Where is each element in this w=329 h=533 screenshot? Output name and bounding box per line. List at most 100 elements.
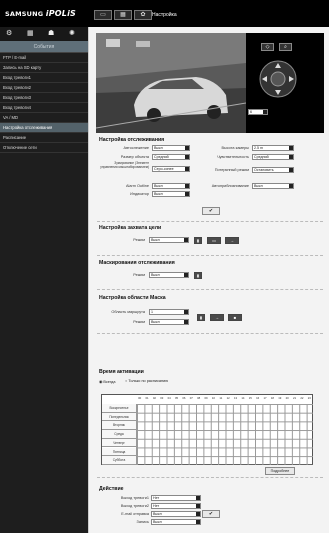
hour-label: 09 [204, 396, 208, 400]
delete-icon[interactable]: ▮ [197, 314, 205, 321]
day-label: Суббота [102, 456, 136, 465]
area-section-title: Настройка области Маска [99, 295, 166, 301]
hour-label: 03 [160, 396, 164, 400]
route-area-label: Область маршрута [111, 310, 145, 314]
hour-label: 17 [263, 396, 267, 400]
alarm-out1-select[interactable]: Нет [151, 495, 201, 501]
film-icon[interactable]: ▦ [27, 29, 34, 37]
alarm-outline-select[interactable]: Выкл [152, 183, 190, 189]
sidebar-item-tracking[interactable]: Настройка отслеживания [0, 123, 88, 133]
object-size-select[interactable]: Средний [152, 154, 190, 160]
gear-icon[interactable]: ✿ [134, 10, 152, 20]
preset-select[interactable]: 6 [248, 109, 268, 115]
hour-label: 04 [167, 396, 171, 400]
hour-label: 21 [293, 396, 297, 400]
email-send-select[interactable]: Выкл [151, 511, 201, 517]
auto-tracking-select[interactable]: Выкл [152, 145, 190, 151]
alarm-out1-label: Выход тревоги1 [120, 496, 149, 500]
ptz-control-panel: ◇ ⌕ 6 [246, 33, 324, 133]
action-apply-button[interactable]: ✔ [202, 510, 220, 518]
schedule-grid[interactable]: Воскресенье Понедельник Вторник Среда Че… [101, 394, 313, 465]
sidebar-item-alarm-in2[interactable]: Вход тревоги2 [0, 83, 88, 93]
hour-label: 11 [219, 396, 223, 400]
masking-section-title: Маскирования отслеживания [99, 260, 175, 266]
zoom-in-button[interactable]: ⌕ [279, 43, 292, 51]
capture-mode-select[interactable]: Выкл [149, 237, 189, 243]
sidebar-item-sd-record[interactable]: Запись на SD карту [0, 63, 88, 73]
hour-label: 02 [152, 396, 156, 400]
capture-area-button[interactable]: ▭ [207, 237, 221, 244]
hour-label: 13 [234, 396, 238, 400]
hour-label: 08 [197, 396, 201, 400]
hour-header: 00 01 02 03 04 05 06 07 08 09 10 11 12 13 14 15 16 17 18 19… [136, 396, 313, 404]
day-label: Пятница [102, 447, 136, 457]
capture-section-title: Настройка захвата цели [99, 225, 162, 231]
masking-mode-select[interactable]: Выкл [149, 272, 189, 278]
go-arrow-button[interactable]: → [210, 314, 224, 321]
area-mode-select[interactable]: Выкл [149, 319, 189, 325]
hour-label: 19 [278, 396, 282, 400]
schedule-cells[interactable] [136, 404, 313, 465]
indicator-select[interactable]: Выкл [152, 191, 190, 197]
tracking-apply-button[interactable]: ✔ [202, 207, 220, 215]
radio-always[interactable]: ◉ Всегда [99, 379, 115, 384]
sidebar-item-alarm-in3[interactable]: Вход тревоги3 [0, 93, 88, 103]
sidebar-item-va-md[interactable]: VA / MD [0, 113, 88, 123]
alarm-out2-label: Выход тревоги2 [120, 504, 149, 508]
route-area-select[interactable]: 1 [149, 309, 189, 315]
settings-icon[interactable]: ✺ [69, 29, 75, 37]
delete-icon[interactable]: ▮ [194, 237, 202, 244]
sidebar-item-ftp[interactable]: FTP / E-mail [0, 53, 88, 63]
tracking-section-title: Настройка отслеживания [99, 137, 165, 143]
camera-height-select[interactable]: 2.5 m [252, 145, 294, 151]
page-title: Настройка [152, 12, 177, 18]
sidebar-item-schedule[interactable]: Расписание [0, 133, 88, 143]
day-label: Воскресенье [102, 404, 136, 413]
divider [97, 333, 323, 334]
list-icon[interactable]: ⚙ [6, 29, 12, 37]
event-icon[interactable]: ☗ [48, 29, 54, 37]
hour-label: 23 [307, 396, 311, 400]
sidebar: ⚙ ▦ ☗ ✺ События FTP / E-mail Запись на S… [0, 27, 88, 533]
action-section-title: Действие [99, 486, 124, 492]
record-label: Запись [136, 520, 149, 524]
film-icon[interactable]: ▦ [114, 10, 132, 20]
stop-button[interactable]: ■ [228, 314, 242, 321]
hour-label: 00 [138, 396, 142, 400]
zoom-control-select[interactable]: Серо-синее [152, 166, 190, 172]
ptz-joystick[interactable] [258, 59, 298, 99]
lost-mode-select[interactable]: Остановить [252, 167, 294, 173]
camera-height-label: Высота камеры [221, 146, 249, 150]
sidebar-item-alarm-in1[interactable]: Вход тревоги1 [0, 73, 88, 83]
radio-schedule[interactable]: ○ Только по расписанию [125, 379, 168, 383]
email-send-label: E-mail отправка [121, 512, 149, 516]
detail-button[interactable]: Подробнее [265, 467, 295, 475]
sensitivity-select[interactable]: Средний [252, 154, 294, 160]
sidebar-item-alarm-in4[interactable]: Вход тревоги4 [0, 103, 88, 113]
delete-icon[interactable]: ▮ [194, 272, 202, 279]
zoom-out-button[interactable]: ◇ [261, 43, 274, 51]
sidebar-icons: ⚙ ▦ ☗ ✺ [0, 27, 88, 41]
hour-label: 15 [248, 396, 252, 400]
go-arrow-button[interactable]: → [225, 237, 239, 244]
day-label: Понедельник [102, 412, 136, 422]
hour-label: 16 [256, 396, 260, 400]
main-panel: ◇ ⌕ 6 Настройка отслеживания Автослежени… [88, 27, 329, 533]
sidebar-item-network-disconnect[interactable]: Отключение сети [0, 143, 88, 153]
divider [97, 255, 323, 256]
hour-label: 10 [211, 396, 215, 400]
sidebar-section-title: События [0, 41, 88, 53]
auto-zoom-select[interactable]: Выкл [252, 183, 294, 189]
logo: SAMSUNG iPOLiS [5, 9, 77, 18]
monitor-icon[interactable]: ▭ [94, 10, 112, 20]
object-size-label: Размер объекта [120, 155, 149, 159]
indicator-label: Индикатор [130, 192, 149, 196]
alarm-out2-select[interactable]: Нет [151, 503, 201, 509]
day-label: Среда [102, 430, 136, 439]
hour-label: 01 [145, 396, 149, 400]
hour-label: 22 [300, 396, 304, 400]
record-select[interactable]: Выкл [151, 519, 201, 525]
top-bar: SAMSUNG iPOLiS ▭ ▦ ✿ Настройка [0, 0, 329, 27]
day-label: Четверг [102, 438, 136, 448]
capture-mode-label: Режим [133, 238, 145, 242]
